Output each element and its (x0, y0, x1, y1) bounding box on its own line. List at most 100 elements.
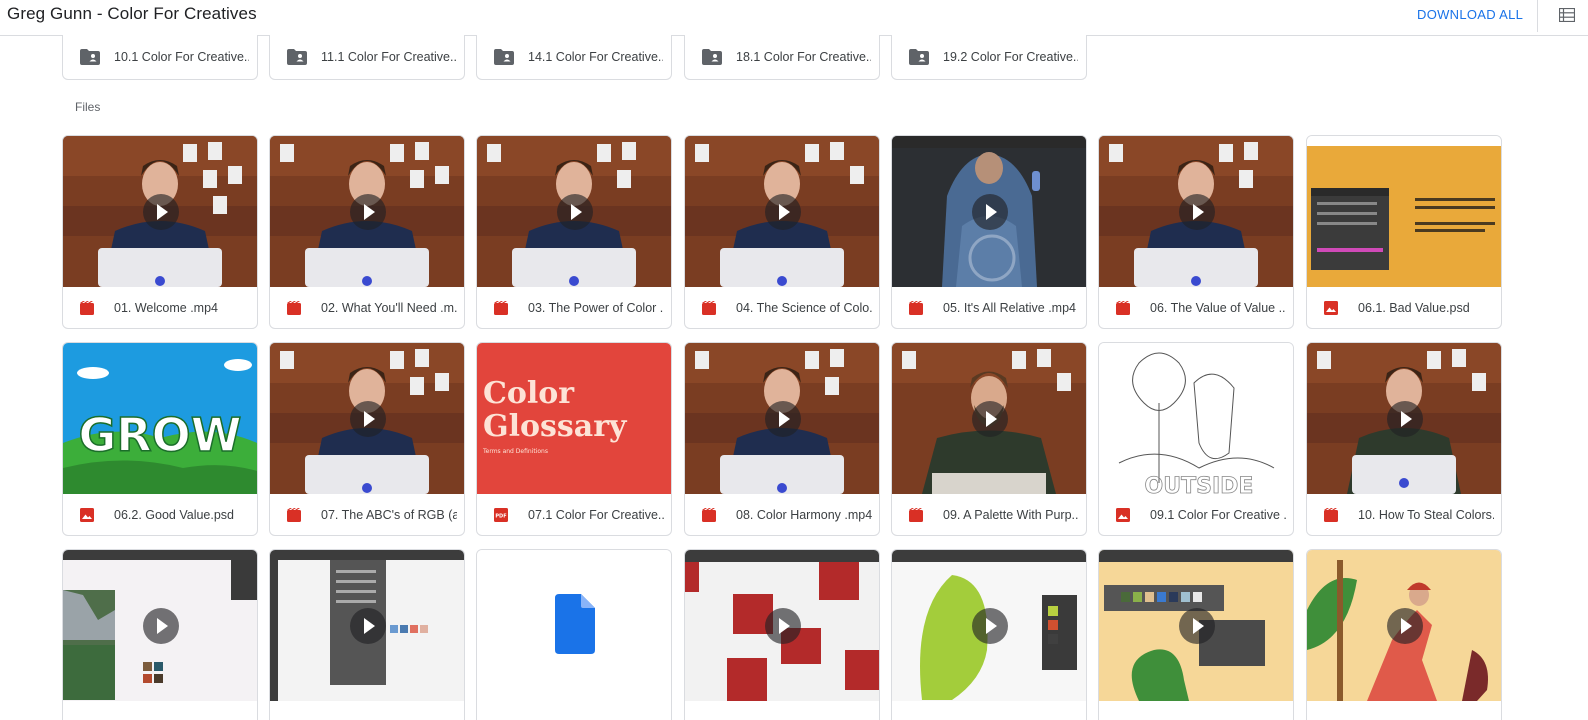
file-name: 01. Welcome .mp4 (114, 301, 218, 315)
file-name: 05. It's All Relative .mp4 (943, 301, 1077, 315)
file-card[interactable]: 02. What You'll Need .m... (269, 135, 465, 329)
video-thumbnail (1307, 550, 1501, 701)
play-icon[interactable] (350, 401, 386, 437)
file-name: 10. How To Steal Colors... (1358, 508, 1494, 522)
video-icon (909, 301, 923, 315)
video-icon (909, 508, 923, 522)
video-icon (702, 301, 716, 315)
file-card[interactable]: 04. The Science of Colo... (684, 135, 880, 329)
file-card[interactable]: 05. It's All Relative .mp4 (891, 135, 1087, 329)
file-card[interactable]: 01. Welcome .mp4 (62, 135, 258, 329)
play-icon[interactable] (972, 401, 1008, 437)
video-thumbnail (63, 550, 257, 701)
file-card[interactable] (891, 549, 1087, 720)
folder-item[interactable]: 10.1 Color For Creative... (62, 35, 258, 80)
video-thumbnail (892, 136, 1086, 287)
play-icon[interactable] (1387, 401, 1423, 437)
folder-label: 18.1 Color For Creative... (736, 50, 871, 64)
video-thumbnail (270, 343, 464, 494)
file-card[interactable] (684, 549, 880, 720)
video-thumbnail (270, 550, 464, 701)
video-icon (494, 301, 508, 315)
files-section-label: Files (75, 100, 101, 114)
file-card[interactable]: OUTSIDE 09.1 Color For Creative ... (1098, 342, 1294, 536)
file-name: 07. The ABC's of RGB (a... (321, 508, 457, 522)
play-icon[interactable] (143, 194, 179, 230)
play-icon[interactable] (1179, 194, 1215, 230)
svg-text:OUTSIDE: OUTSIDE (1145, 474, 1254, 494)
download-all-button[interactable]: DOWNLOAD ALL (1417, 7, 1523, 22)
folder-item[interactable]: 14.1 Color For Creative... (476, 35, 672, 80)
file-card[interactable]: GROW 06.2. Good Value.psd (62, 342, 258, 536)
play-icon[interactable] (765, 401, 801, 437)
file-card[interactable]: 08. Color Harmony .mp4 (684, 342, 880, 536)
header-divider (1537, 0, 1538, 32)
file-card[interactable] (269, 549, 465, 720)
page-title: Greg Gunn - Color For Creatives (7, 4, 257, 23)
shared-folder-icon (909, 49, 929, 65)
video-icon (1116, 301, 1130, 315)
video-icon (287, 508, 301, 522)
play-icon[interactable] (972, 608, 1008, 644)
file-card[interactable]: 10. How To Steal Colors... (1306, 342, 1502, 536)
folder-label: 10.1 Color For Creative... (114, 50, 249, 64)
image-thumbnail: OUTSIDE (1099, 343, 1293, 494)
video-thumbnail (1099, 550, 1293, 701)
shared-folder-icon (494, 49, 514, 65)
video-thumbnail (892, 343, 1086, 494)
image-thumbnail: GROW (63, 343, 257, 494)
folder-label: 14.1 Color For Creative... (528, 50, 663, 64)
file-name: 07.1 Color For Creative... (528, 508, 664, 522)
folder-label: 19.2 Color For Creative... (943, 50, 1078, 64)
file-name: 09. A Palette With Purp... (943, 508, 1079, 522)
file-card[interactable]: 06.1. Bad Value.psd (1306, 135, 1502, 329)
file-name: 06. The Value of Value .... (1150, 301, 1286, 315)
file-name: 03. The Power of Color .... (528, 301, 664, 315)
shared-folder-icon (702, 49, 722, 65)
video-icon (80, 301, 94, 315)
video-thumbnail (270, 136, 464, 287)
image-icon (1116, 508, 1130, 522)
play-icon[interactable] (972, 194, 1008, 230)
video-thumbnail (477, 136, 671, 287)
video-thumbnail (685, 343, 879, 494)
video-icon (287, 301, 301, 315)
pdf-icon: PDF (494, 508, 508, 522)
document-thumbnail (477, 550, 671, 701)
video-thumbnail (685, 550, 879, 701)
folder-item[interactable]: 18.1 Color For Creative... (684, 35, 880, 80)
glossary-title-line2: Glossary (483, 409, 628, 444)
video-thumbnail (1099, 136, 1293, 287)
video-thumbnail (685, 136, 879, 287)
play-icon[interactable] (1387, 608, 1423, 644)
shared-folder-icon (287, 49, 307, 65)
file-card[interactable]: 09. A Palette With Purp... (891, 342, 1087, 536)
play-icon[interactable] (350, 194, 386, 230)
file-name: 09.1 Color For Creative ... (1150, 508, 1286, 522)
shared-folder-icon (80, 49, 100, 65)
file-card[interactable]: 07. The ABC's of RGB (a... (269, 342, 465, 536)
file-card[interactable]: 03. The Power of Color .... (476, 135, 672, 329)
list-view-icon[interactable] (1559, 8, 1575, 22)
play-icon[interactable] (765, 608, 801, 644)
play-icon[interactable] (143, 608, 179, 644)
play-icon[interactable] (765, 194, 801, 230)
file-card[interactable]: 06. The Value of Value .... (1098, 135, 1294, 329)
folder-label: 11.1 Color For Creative... (321, 50, 456, 64)
file-name: 06.2. Good Value.psd (114, 508, 234, 522)
file-card[interactable]: Color Glossary Terms and Definitions PDF… (476, 342, 672, 536)
play-icon[interactable] (557, 194, 593, 230)
file-card[interactable] (62, 549, 258, 720)
play-icon[interactable] (1179, 608, 1215, 644)
folder-item[interactable]: 11.1 Color For Creative... (269, 35, 465, 80)
file-card[interactable] (1306, 549, 1502, 720)
folder-item[interactable]: 19.2 Color For Creative... (891, 35, 1087, 80)
glossary-subtitle: Terms and Definitions (482, 448, 548, 455)
video-thumbnail (1307, 343, 1501, 494)
file-card[interactable] (476, 549, 672, 720)
image-thumbnail (1307, 136, 1501, 287)
video-icon (1324, 508, 1338, 522)
file-card[interactable] (1098, 549, 1294, 720)
play-icon[interactable] (350, 608, 386, 644)
video-thumbnail (63, 136, 257, 287)
